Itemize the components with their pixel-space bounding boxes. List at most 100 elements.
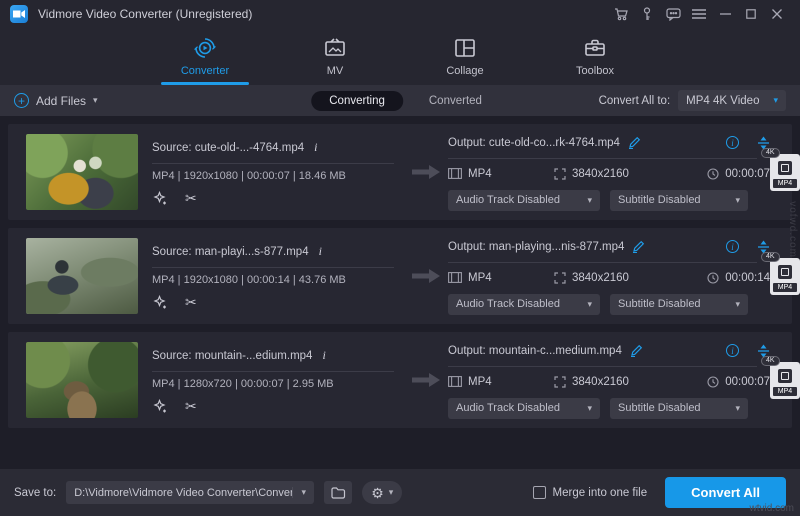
audio-track-value: Audio Track Disabled: [456, 298, 560, 310]
output-format-icon[interactable]: 4K MP4: [770, 258, 800, 295]
convert-all-to-label: Convert All to:: [599, 95, 671, 107]
cut-icon[interactable]: ✂: [185, 295, 197, 310]
subtitle-dropdown[interactable]: Subtitle Disabled ▾: [610, 398, 748, 419]
open-folder-button[interactable]: [324, 481, 352, 504]
minimize-icon[interactable]: [712, 3, 738, 25]
cut-icon[interactable]: ✂: [185, 399, 197, 414]
merge-into-one-file[interactable]: Merge into one file: [533, 486, 648, 499]
arrow-right-icon: [404, 372, 448, 388]
clock-icon: [707, 376, 719, 388]
menu-icon[interactable]: [686, 3, 712, 25]
edit-effects-icon[interactable]: [152, 295, 167, 310]
source-filename: Source: man-playi...s-877.mp4: [152, 246, 309, 258]
output-filename: Output: cute-old-co...rk-4764.mp4: [448, 137, 620, 149]
format-4k-badge: 4K: [761, 148, 780, 158]
video-thumbnail: [26, 342, 138, 418]
output-duration: 00:00:07: [725, 168, 770, 180]
tab-collage[interactable]: Collage: [421, 33, 509, 85]
format-icon: [448, 376, 462, 387]
audio-track-dropdown[interactable]: Audio Track Disabled ▾: [448, 294, 600, 315]
output-info-icon[interactable]: i: [726, 344, 739, 357]
source-info-icon[interactable]: i: [317, 244, 324, 259]
chevron-down-icon: ▾: [735, 195, 740, 206]
toolbar: + Add Files ▾ Converting Converted Conve…: [0, 85, 800, 116]
output-info-icon[interactable]: i: [726, 136, 739, 149]
subtitle-value: Subtitle Disabled: [618, 402, 701, 414]
video-thumbnail: [26, 238, 138, 314]
output-format: MP4: [468, 272, 492, 284]
rename-icon[interactable]: [628, 136, 641, 149]
watermark-bottom: wtvid.com: [750, 503, 794, 514]
save-to-label: Save to:: [14, 487, 56, 499]
close-icon[interactable]: [764, 3, 790, 25]
tab-mv[interactable]: MV: [291, 33, 379, 85]
title-bar: Vidmore Video Converter (Unregistered): [0, 0, 800, 28]
tab-toolbox[interactable]: Toolbox: [551, 33, 639, 85]
converted-tab[interactable]: Converted: [429, 95, 482, 107]
file-row-3[interactable]: Source: mountain-...edium.mp4 i MP4 | 12…: [8, 332, 792, 428]
subtitle-value: Subtitle Disabled: [618, 194, 701, 206]
source-info-icon[interactable]: i: [320, 348, 327, 363]
chevron-down-icon: ▾: [773, 95, 778, 106]
source-info-icon[interactable]: i: [312, 140, 319, 155]
app-logo-icon: [10, 5, 28, 23]
chevron-down-icon: ▾: [735, 299, 740, 310]
add-files-caret-icon[interactable]: ▾: [93, 95, 98, 106]
format-icon-label: MP4: [773, 387, 797, 396]
rename-icon[interactable]: [632, 240, 645, 253]
file-row-2[interactable]: Source: man-playi...s-877.mp4 i MP4 | 19…: [8, 228, 792, 324]
source-meta: MP4 | 1280x720 | 00:00:07 | 2.95 MB: [152, 378, 404, 394]
tab-converter[interactable]: Converter: [161, 33, 249, 85]
queue-tabs: Converting Converted: [311, 91, 482, 111]
cut-icon[interactable]: ✂: [185, 191, 197, 206]
file-row-1[interactable]: Source: cute-old-...-4764.mp4 i MP4 | 19…: [8, 124, 792, 220]
output-filename: Output: mountain-c...medium.mp4: [448, 345, 622, 357]
merge-label: Merge into one file: [553, 487, 648, 499]
feedback-icon[interactable]: [660, 3, 686, 25]
film-reel-icon: [778, 369, 792, 383]
source-filename: Source: mountain-...edium.mp4: [152, 350, 312, 362]
cart-icon[interactable]: [608, 3, 634, 25]
output-format: MP4: [468, 376, 492, 388]
add-files-button[interactable]: + Add Files ▾: [14, 93, 98, 108]
output-duration: 00:00:07: [725, 376, 770, 388]
edit-effects-icon[interactable]: [152, 191, 167, 206]
tab-mv-label: MV: [327, 65, 344, 77]
clock-icon: [707, 272, 719, 284]
output-format-icon[interactable]: 4K MP4: [770, 154, 800, 191]
audio-track-dropdown[interactable]: Audio Track Disabled ▾: [448, 190, 600, 211]
source-filename: Source: cute-old-...-4764.mp4: [152, 142, 304, 154]
output-resolution: 3840x2160: [572, 376, 629, 388]
convert-all-to-dropdown[interactable]: MP4 4K Video ▾: [678, 90, 786, 111]
maximize-icon[interactable]: [738, 3, 764, 25]
output-block: Output: man-playing...nis-877.mp4 i MP4: [448, 238, 770, 315]
resolution-icon: [554, 168, 566, 180]
divider: [448, 262, 757, 263]
output-info-icon[interactable]: i: [726, 240, 739, 253]
format-icon: [448, 272, 462, 283]
key-icon[interactable]: [634, 3, 660, 25]
arrow-right-icon: [404, 268, 448, 284]
output-resolution: 3840x2160: [572, 272, 629, 284]
tab-toolbox-label: Toolbox: [576, 65, 614, 77]
output-duration: 00:00:14: [725, 272, 770, 284]
plus-icon: +: [14, 93, 29, 108]
output-format: MP4: [468, 168, 492, 180]
rename-icon[interactable]: [630, 344, 643, 357]
merge-checkbox[interactable]: [533, 486, 546, 499]
source-meta: MP4 | 1920x1080 | 00:00:07 | 18.46 MB: [152, 170, 404, 186]
subtitle-dropdown[interactable]: Subtitle Disabled ▾: [610, 190, 748, 211]
audio-track-dropdown[interactable]: Audio Track Disabled ▾: [448, 398, 600, 419]
chevron-down-icon: ▾: [587, 195, 592, 206]
converting-tab[interactable]: Converting: [311, 91, 403, 111]
source-block: Source: man-playi...s-877.mp4 i MP4 | 19…: [152, 243, 404, 310]
resolution-icon: [554, 272, 566, 284]
format-icon: [448, 168, 462, 179]
subtitle-dropdown[interactable]: Subtitle Disabled ▾: [610, 294, 748, 315]
save-path-dropdown[interactable]: D:\Vidmore\Vidmore Video Converter\Conve…: [66, 481, 314, 504]
tab-collage-label: Collage: [446, 65, 483, 77]
output-block: Output: cute-old-co...rk-4764.mp4 i MP4: [448, 134, 770, 211]
output-format-icon[interactable]: 4K MP4: [770, 362, 800, 399]
settings-button[interactable]: ⚙ ▾: [362, 481, 402, 504]
edit-effects-icon[interactable]: [152, 399, 167, 414]
